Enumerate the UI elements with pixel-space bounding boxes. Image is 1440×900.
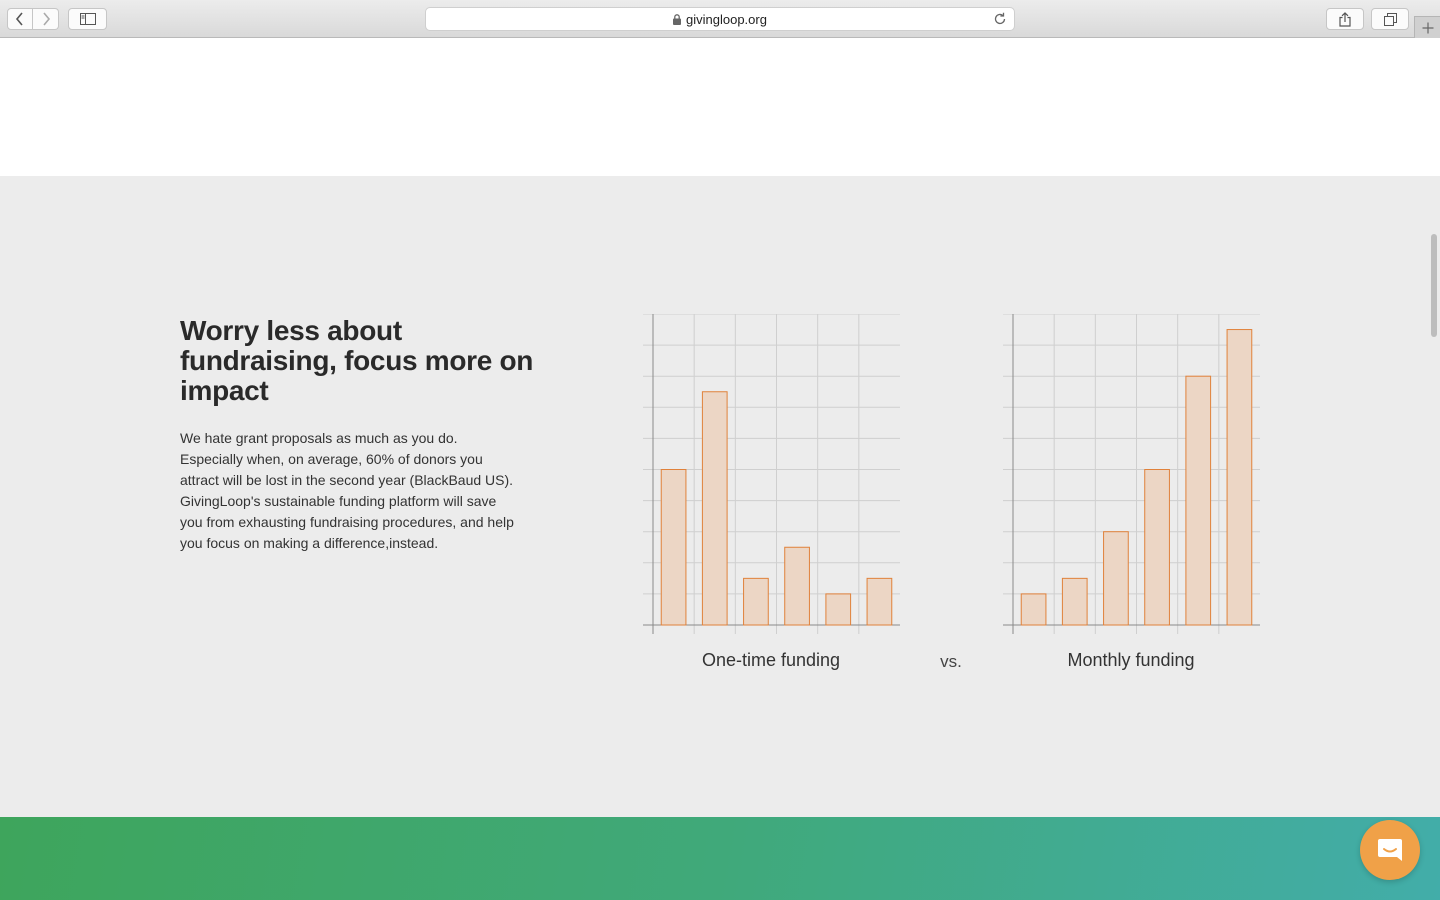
- monthly-funding-chart: [1003, 314, 1263, 639]
- monthly-funding-label: Monthly funding: [1067, 650, 1195, 670]
- url-text: givingloop.org: [686, 11, 767, 27]
- chat-button[interactable]: [1360, 820, 1420, 880]
- share-button[interactable]: [1326, 8, 1364, 30]
- chart-bar: [1061, 577, 1088, 626]
- chart-bar: [784, 546, 810, 626]
- chart-bar: [1226, 329, 1253, 626]
- chart-bar: [1103, 531, 1129, 626]
- chart-bar: [866, 577, 893, 626]
- chart-bar: [1185, 375, 1212, 626]
- back-button[interactable]: [7, 8, 33, 30]
- green-footer-band: [0, 817, 1440, 900]
- new-tab-button[interactable]: [1414, 16, 1440, 38]
- section-headline: Worry less about fundraising, focus more…: [180, 315, 534, 406]
- impact-section: Worry less about fundraising, focus more…: [0, 176, 1440, 817]
- show-tabs-button[interactable]: [1371, 8, 1409, 30]
- monthly-funding-chart-svg: [1003, 314, 1260, 634]
- chart-bar: [1020, 593, 1047, 626]
- plus-icon: [1422, 22, 1433, 33]
- sidebar-icon: [79, 13, 96, 25]
- top-white-area: [0, 39, 1440, 176]
- one-time-funding-chart: [643, 314, 903, 639]
- back-icon: [15, 12, 23, 26]
- chart-bar: [743, 577, 769, 626]
- chart-bar: [825, 593, 852, 626]
- address-bar[interactable]: givingloop.org: [425, 7, 1015, 31]
- browser-toolbar: givingloop.org: [0, 0, 1440, 38]
- forward-button[interactable]: [33, 8, 59, 30]
- chart-bar: [660, 469, 687, 626]
- chat-icon: [1378, 839, 1402, 861]
- one-time-funding-chart-svg: [643, 314, 900, 634]
- section-description: We hate grant proposals as much as you d…: [180, 430, 514, 551]
- sidebar-toggle-button[interactable]: [68, 8, 107, 30]
- tabs-icon: [1383, 12, 1397, 26]
- one-time-funding-label: One-time funding: [701, 650, 841, 670]
- forward-icon: [42, 12, 50, 26]
- chart-bar: [1144, 469, 1170, 626]
- reload-icon[interactable]: [993, 12, 1007, 26]
- lock-icon: [673, 13, 682, 25]
- vs-label: vs.: [940, 652, 962, 671]
- page-scrollbar[interactable]: [1431, 234, 1437, 337]
- share-icon: [1339, 11, 1351, 27]
- chart-bar: [701, 391, 728, 626]
